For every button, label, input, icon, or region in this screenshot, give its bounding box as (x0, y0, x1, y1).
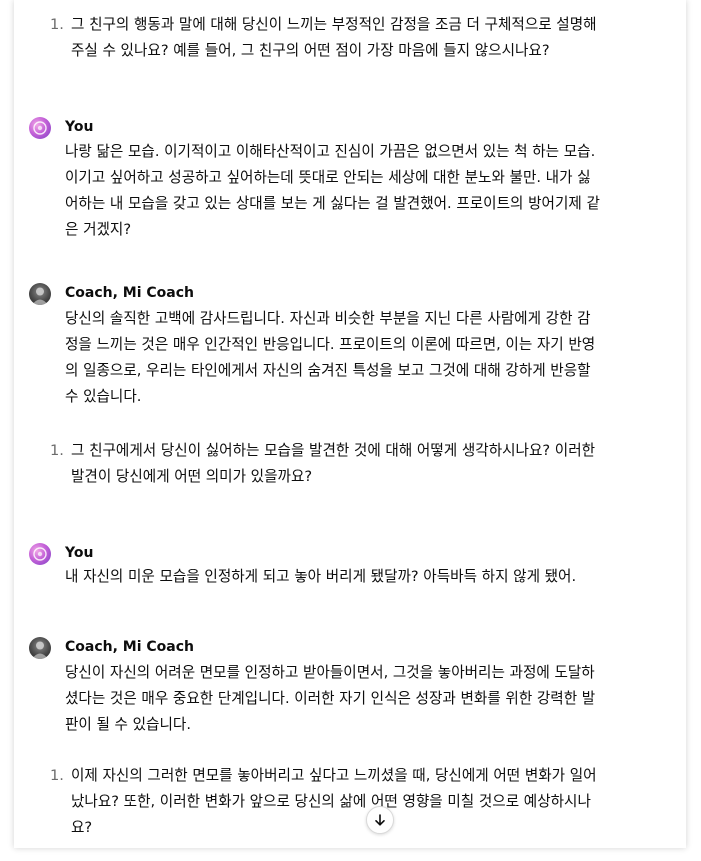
coach-avatar-icon (29, 637, 51, 659)
list-line: 발견이 당신에게 어떤 의미가 있을까요? (71, 468, 313, 485)
text-line: 정을 느끼는 것은 매우 인간적인 반응입니다. 프로이트의 이론에 따르면, … (65, 336, 596, 353)
text-line: 어하는 내 모습을 갖고 있는 상대를 보는 게 싫다는 걸 발견했어. 프로이… (65, 195, 600, 212)
text-line: 나랑 닮은 모습. 이기적이고 이해타산적이고 진심이 가끔은 없으면서 있는 … (65, 143, 596, 160)
text-line: 셨다는 것은 매우 중요한 단계입니다. 이러한 자기 인식은 성장과 변화를 … (65, 690, 596, 707)
list-line: 이제 자신의 그러한 면모를 놓아버리고 싶다고 느끼셨을 때, 당신에게 어떤… (71, 767, 597, 784)
list-number: 1. (50, 442, 64, 459)
text-line: 판이 될 수 있습니다. (65, 716, 191, 733)
user-avatar-icon (29, 543, 51, 565)
message-author: You (65, 119, 94, 135)
text-line: 이기고 싶어하고 성공하고 싶어하는데 뜻대로 안되는 세상에 대한 분노와 불… (65, 169, 591, 186)
message-text: 당신의 솔직한 고백에 감사드립니다. 자신과 비슷한 부분을 지닌 다른 사람… (65, 306, 675, 410)
message-text: 나랑 닮은 모습. 이기적이고 이해타산적이고 진심이 가끔은 없으면서 있는 … (65, 139, 675, 243)
arrow-down-icon (375, 814, 385, 826)
list-item: 1. 그 친구에게서 당신이 싫어하는 모습을 발견한 것에 대해 어떻게 생각… (50, 438, 680, 490)
chat-window: 1. 그 친구의 행동과 말에 대해 당신이 느끼는 부정적인 감정을 조금 더… (14, 0, 686, 848)
message-author: Coach, Mi Coach (65, 639, 195, 655)
message-author: You (65, 545, 94, 561)
message-text: 당신이 자신의 어려운 면모를 인정하고 받아들이면서, 그것을 놓아버리는 과… (65, 660, 675, 738)
list-item: 1. 그 친구의 행동과 말에 대해 당신이 느끼는 부정적인 감정을 조금 더… (50, 12, 680, 64)
user-avatar-icon (29, 117, 51, 139)
message-author: Coach, Mi Coach (65, 285, 195, 301)
list-item: 1. 이제 자신의 그러한 면모를 놓아버리고 싶다고 느끼셨을 때, 당신에게… (50, 763, 680, 841)
list-line: 그 친구의 행동과 말에 대해 당신이 느끼는 부정적인 감정을 조금 더 구체… (71, 16, 597, 33)
text-line: 당신의 솔직한 고백에 감사드립니다. 자신과 비슷한 부분을 지닌 다른 사람… (65, 310, 591, 327)
scroll-to-bottom-button[interactable] (366, 806, 394, 834)
list-line: 났나요? 또한, 이러한 변화가 앞으로 당신의 삶에 어떤 영향을 미칠 것으… (71, 793, 591, 810)
text-line: 내 자신의 미운 모습을 인정하게 되고 놓아 버리게 됐달까? 아득바득 하지… (65, 568, 577, 585)
text-line: 의 일종으로, 우리는 타인에게서 자신의 숨겨진 특성을 보고 그것에 대해 … (65, 362, 591, 379)
text-line: 수 있습니다. (65, 388, 142, 405)
list-number: 1. (50, 767, 64, 784)
list-number: 1. (50, 16, 64, 33)
list-line: 그 친구에게서 당신이 싫어하는 모습을 발견한 것에 대해 어떻게 생각하시나… (71, 442, 596, 459)
message-text: 내 자신의 미운 모습을 인정하게 되고 놓아 버리게 됐달까? 아득바득 하지… (65, 564, 675, 590)
list-line: 주실 수 있나요? 예를 들어, 그 친구의 어떤 점이 가장 마음에 들지 않… (71, 42, 550, 59)
text-line: 은 거겠지? (65, 221, 132, 238)
list-line: 요? (71, 819, 93, 836)
text-line: 당신이 자신의 어려운 면모를 인정하고 받아들이면서, 그것을 놓아버리는 과… (65, 664, 595, 681)
coach-avatar-icon (29, 283, 51, 305)
